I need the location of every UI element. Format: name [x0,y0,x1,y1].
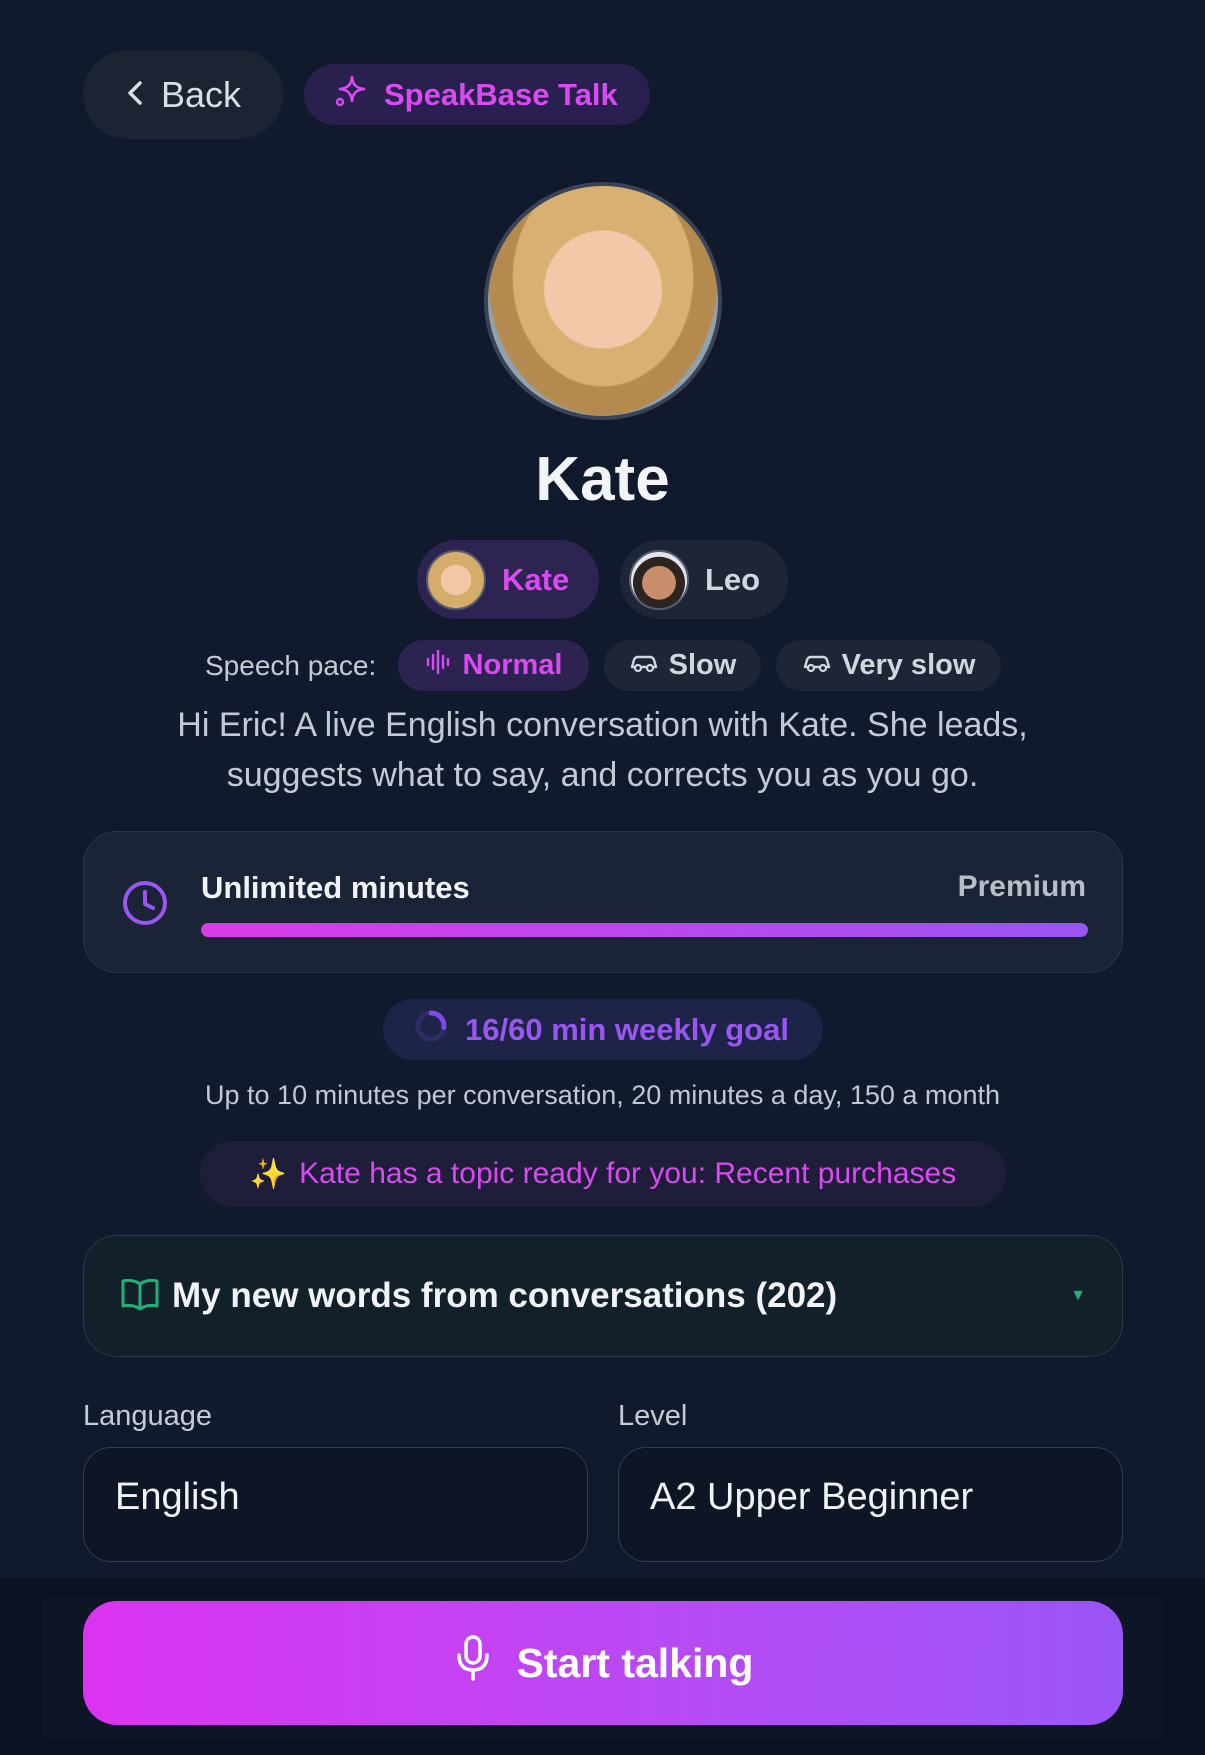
language-label: Language [83,1400,213,1432]
tutor-avatar [484,182,722,420]
avatar [629,549,689,610]
clock-icon [120,878,170,933]
new-words-dropdown[interactable]: My new words from conversations (202) ▼ [83,1235,1123,1357]
waveform-icon [425,649,453,683]
voice-option-kate[interactable]: Kate [417,540,599,619]
topic-text: Kate has a topic ready for you: Recent p… [299,1157,957,1190]
progress-ring-icon [413,1008,449,1052]
voice-option-leo[interactable]: Leo [620,540,788,619]
level-select[interactable]: A2 Upper Beginner [618,1447,1123,1562]
tutor-name: Kate [535,445,670,514]
limits-text: Up to 10 minutes per conversation, 20 mi… [205,1080,1000,1110]
voice-label: Leo [705,561,761,597]
chevron-left-icon [125,74,145,116]
pace-label: Very slow [841,649,976,681]
app-brand-label: SpeakBase Talk [384,76,618,112]
minutes-progress-fill [201,923,1088,937]
sparkles-icon: ✨ [249,1157,288,1191]
back-button[interactable]: Back [83,50,283,139]
tutor-setup-screen: Back SpeakBase Talk Kate Kate Leo Speech… [0,0,1205,1755]
pace-label: Normal [462,649,563,681]
minutes-card: Unlimited minutes Premium [83,831,1123,973]
open-book-icon [120,1276,160,1317]
start-talking-button[interactable]: Start talking [83,1601,1123,1725]
plan-badge: Premium [957,870,1086,903]
app-brand-badge: SpeakBase Talk [304,64,650,125]
back-label: Back [160,73,242,115]
new-words-label: My new words from conversations (202) [172,1276,838,1315]
speech-pace-label: Speech pace: [205,650,377,681]
pace-label: Slow [668,649,737,681]
pace-option-very-slow[interactable]: Very slow [776,640,1001,691]
car-icon [629,649,659,682]
minutes-title: Unlimited minutes [201,870,470,905]
minutes-progress-bar [201,923,1088,937]
weekly-goal-label: 16/60 min weekly goal [465,1011,789,1047]
sparkles-icon [332,73,368,117]
start-talking-label: Start talking [516,1639,754,1686]
language-select[interactable]: English [83,1447,588,1562]
weekly-goal-badge: 16/60 min weekly goal [383,999,823,1060]
intro-text: Hi Eric! A live English conversation wit… [177,706,1028,794]
level-label: Level [618,1400,688,1432]
caret-down-icon: ▼ [1070,1287,1086,1304]
voice-label: Kate [502,561,570,597]
pace-option-normal[interactable]: Normal [398,640,589,691]
avatar [426,549,486,610]
pace-option-slow[interactable]: Slow [604,640,761,691]
microphone-icon [453,1633,493,1693]
topic-suggestion[interactable]: ✨ Kate has a topic ready for you: Recent… [200,1141,1006,1207]
car-icon [802,649,832,682]
